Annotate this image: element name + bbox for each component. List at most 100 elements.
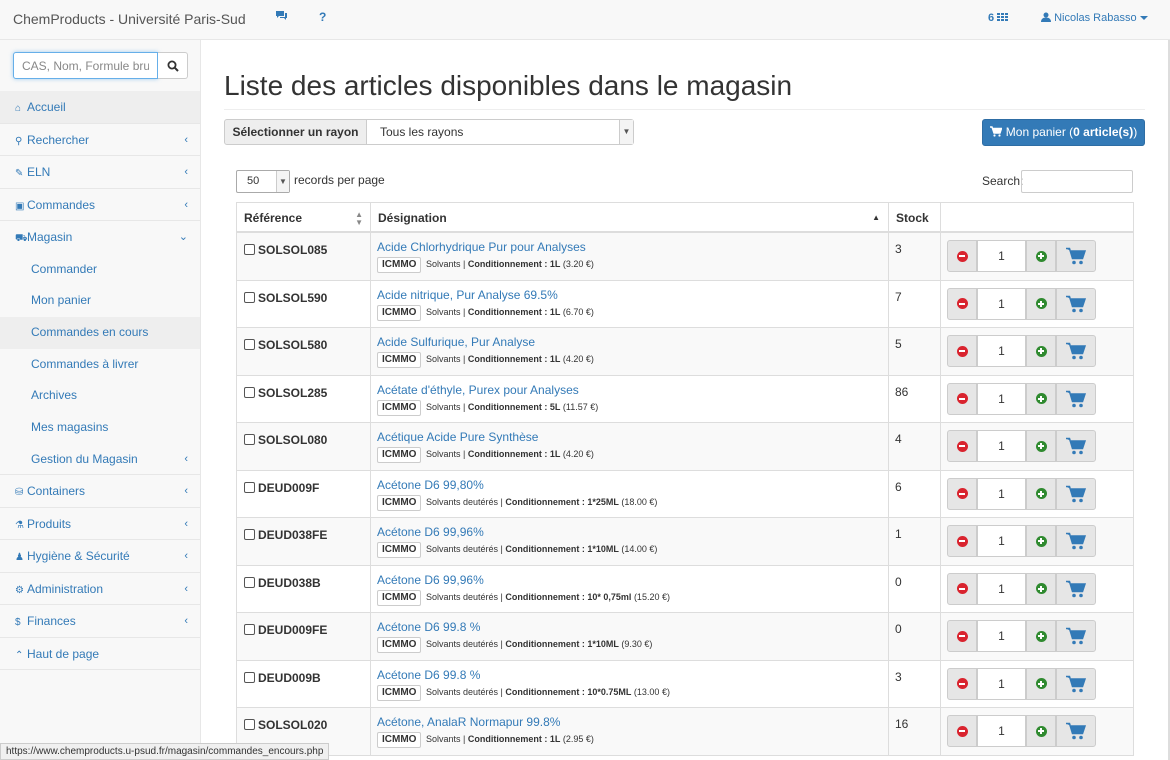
increase-button[interactable] <box>1026 430 1056 462</box>
column-header-stock[interactable]: Stock <box>889 203 941 233</box>
sidebar-item-magasin[interactable]: ⛟Magasin ⌄ <box>0 221 200 254</box>
row-checkbox[interactable] <box>244 529 255 540</box>
sidebar-item-commandes[interactable]: ▣ Commandes ‹ <box>0 189 200 221</box>
increase-button[interactable] <box>1026 382 1056 415</box>
sidebar-item-produits[interactable]: ⚗ Produits ‹ <box>0 508 200 541</box>
decrease-button[interactable] <box>947 382 977 415</box>
add-to-cart-button[interactable] <box>1056 240 1096 272</box>
increase-button[interactable] <box>1026 667 1056 700</box>
grid-menu[interactable]: 6 <box>988 12 1009 24</box>
add-to-cart-button[interactable] <box>1056 525 1096 557</box>
mon-panier-button[interactable]: Mon panier (0 article(s)) <box>982 119 1145 146</box>
sidebar-sub-mon-panier[interactable]: Mon panier <box>0 285 200 317</box>
article-name-link[interactable]: Acétone D6 99.8 % <box>377 668 888 684</box>
sidebar-sub-commandes-a-livrer[interactable]: Commandes à livrer <box>0 349 200 381</box>
article-name-link[interactable]: Acétone, AnalaR Normapur 99.8% <box>377 715 888 731</box>
add-to-cart-button[interactable] <box>1056 572 1096 605</box>
sidebar-sub-archives[interactable]: Archives <box>0 380 200 412</box>
row-checkbox[interactable] <box>244 719 255 730</box>
row-checkbox[interactable] <box>244 624 255 635</box>
article-name-link[interactable]: Acide Sulfurique, Pur Analyse <box>377 335 888 351</box>
row-checkbox[interactable] <box>244 576 255 588</box>
sidebar-item-haut-de-page[interactable]: ⌃ Haut de page <box>0 638 200 671</box>
sidebar-sub-mes-magasins[interactable]: Mes magasins <box>0 412 200 444</box>
help-icon[interactable]: ? <box>319 10 326 24</box>
article-name-link[interactable]: Acétone D6 99,80% <box>377 478 888 494</box>
article-name-link[interactable]: Acétone D6 99,96% <box>377 573 888 589</box>
increase-button[interactable] <box>1026 572 1056 605</box>
decrease-button[interactable] <box>947 715 977 747</box>
article-name-link[interactable]: Acétone D6 99,96% <box>377 525 888 541</box>
sidebar-item-hygiene[interactable]: ♟ Hygiène & Sécurité ‹ <box>0 540 200 573</box>
increase-button[interactable] <box>1026 335 1056 367</box>
row-checkbox[interactable] <box>244 434 255 445</box>
add-to-cart-button[interactable] <box>1056 430 1096 462</box>
row-checkbox[interactable] <box>244 481 255 493</box>
article-name-link[interactable]: Acide Chlorhydrique Pur pour Analyses <box>377 240 888 256</box>
comments-icon[interactable] <box>275 10 288 24</box>
decrease-button[interactable] <box>947 430 977 462</box>
row-checkbox[interactable] <box>244 291 255 303</box>
sidebar-sub-commandes-en-cours[interactable]: Commandes en cours <box>0 316 200 349</box>
quantity-input[interactable]: 1 <box>977 572 1026 605</box>
quantity-input[interactable]: 1 <box>977 240 1026 272</box>
sidebar-item-finances[interactable]: $ Finances ‹ <box>0 605 200 638</box>
quantity-input[interactable]: 1 <box>977 335 1026 367</box>
rayon-select[interactable]: Tous les rayons ▼ <box>366 119 634 145</box>
increase-button[interactable] <box>1026 715 1056 747</box>
sidebar-item-eln[interactable]: ✎ ELN ‹ <box>0 156 200 189</box>
decrease-button[interactable] <box>947 335 977 367</box>
quantity-input[interactable]: 1 <box>977 382 1026 415</box>
quantity-input[interactable]: 1 <box>977 525 1026 557</box>
increase-button[interactable] <box>1026 620 1056 652</box>
quantity-input[interactable]: 1 <box>977 620 1026 652</box>
add-to-cart-button[interactable] <box>1056 335 1096 367</box>
sidebar-sub-commander[interactable]: Commander <box>0 254 200 286</box>
article-name-link[interactable]: Acide nitrique, Pur Analyse 69.5% <box>377 288 888 304</box>
sidebar-sub-gestion-magasin[interactable]: Gestion du Magasin ‹ <box>0 444 200 476</box>
decrease-button[interactable] <box>947 525 977 557</box>
add-to-cart-button[interactable] <box>1056 477 1096 510</box>
article-name-link[interactable]: Acétate d'éthyle, Purex pour Analyses <box>377 383 888 399</box>
quantity-input[interactable]: 1 <box>977 430 1026 462</box>
add-to-cart-button[interactable] <box>1056 620 1096 652</box>
quantity-input[interactable]: 1 <box>977 667 1026 700</box>
sidebar-item-rechercher[interactable]: ⚲ Rechercher ‹ <box>0 124 200 156</box>
row-checkbox[interactable] <box>244 244 255 255</box>
table-search-input[interactable] <box>1021 170 1133 193</box>
increase-button[interactable] <box>1026 287 1056 320</box>
decrease-button[interactable] <box>947 667 977 700</box>
quantity-input[interactable]: 1 <box>977 477 1026 510</box>
dollar-icon: $ <box>15 617 21 629</box>
decrease-button[interactable] <box>947 620 977 652</box>
decrease-button[interactable] <box>947 572 977 605</box>
quantity-input[interactable]: 1 <box>977 715 1026 747</box>
quantity-input[interactable]: 1 <box>977 287 1026 320</box>
decrease-button[interactable] <box>947 240 977 272</box>
sidebar-item-containers[interactable]: ⛁ Containers ‹ <box>0 475 200 508</box>
table-row: SOLSOL085 Acide Chlorhydrique Pur pour A… <box>236 233 1134 281</box>
sidebar-item-administration[interactable]: ⚙ Administration ‹ <box>0 573 200 606</box>
decrease-button[interactable] <box>947 477 977 510</box>
row-checkbox[interactable] <box>244 386 255 398</box>
article-name-link[interactable]: Acétique Acide Pure Synthèse <box>377 430 888 446</box>
sidebar-item-accueil[interactable]: ⌂ Accueil <box>0 91 200 124</box>
increase-button[interactable] <box>1026 240 1056 272</box>
brand-title[interactable]: ChemProducts - Université Paris-Sud <box>13 11 246 27</box>
add-to-cart-button[interactable] <box>1056 382 1096 415</box>
records-select[interactable]: 50 ▼ <box>236 170 290 193</box>
article-name-link[interactable]: Acétone D6 99.8 % <box>377 620 888 636</box>
increase-button[interactable] <box>1026 525 1056 557</box>
add-to-cart-button[interactable] <box>1056 667 1096 700</box>
row-checkbox[interactable] <box>244 339 255 350</box>
user-menu[interactable]: Nicolas Rabasso <box>1041 12 1148 24</box>
add-to-cart-button[interactable] <box>1056 287 1096 320</box>
increase-button[interactable] <box>1026 477 1056 510</box>
row-checkbox[interactable] <box>244 671 255 683</box>
add-to-cart-button[interactable] <box>1056 715 1096 747</box>
column-header-reference[interactable]: Référence ▲ ▼ <box>237 203 371 233</box>
sidebar-search-button[interactable] <box>158 52 188 79</box>
decrease-button[interactable] <box>947 287 977 320</box>
sidebar-search-input[interactable] <box>13 52 158 79</box>
column-header-designation[interactable]: Désignation ▲ <box>371 203 889 233</box>
